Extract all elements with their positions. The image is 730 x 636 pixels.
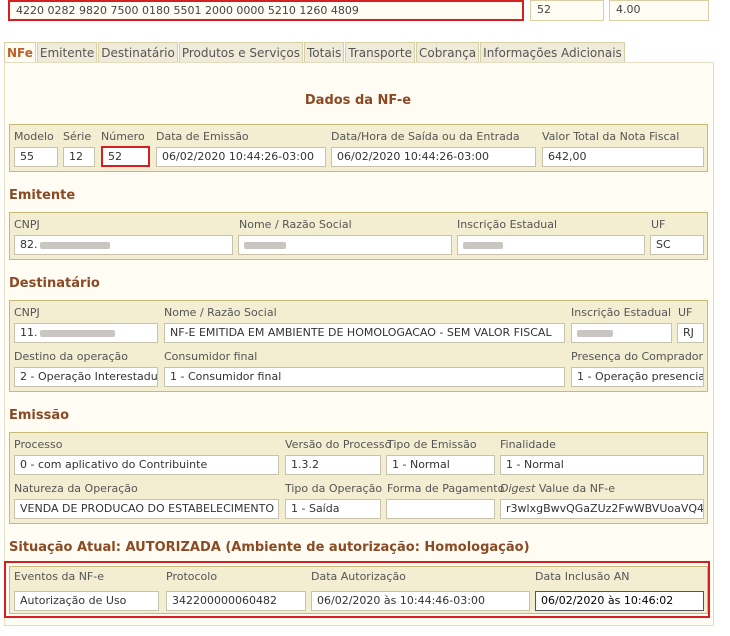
versao-processo-label: Versão do Processo bbox=[285, 438, 392, 451]
tab-cobranca[interactable]: Cobrança bbox=[415, 42, 480, 63]
presenca-comprador-label: Presença do Comprador bbox=[571, 350, 704, 363]
valor-total-label: Valor Total da Nota Fiscal bbox=[542, 130, 680, 143]
emitente-uf-label: UF bbox=[651, 218, 666, 231]
dest-uf-label: UF bbox=[678, 306, 693, 319]
tab-informacoes-adicionais[interactable]: Informações Adicionais bbox=[480, 42, 625, 63]
dest-ie-label: Inscrição Estadual bbox=[571, 306, 672, 319]
numero-label: Número bbox=[101, 130, 145, 143]
data-autorizacao-field: 06/02/2020 às 10:44:46-03:00 bbox=[311, 591, 530, 611]
finalidade-label: Finalidade bbox=[500, 438, 556, 451]
digest-value-field: r3wlxgBwvQGaZUz2FwWBVUoaVQ4= bbox=[500, 499, 704, 519]
consumidor-final-label: Consumidor final bbox=[164, 350, 258, 363]
digest-value-label: Digest Value da NF-e bbox=[500, 482, 615, 495]
tipo-emissao-field: 1 - Normal bbox=[386, 455, 495, 475]
tab-totais[interactable]: Totais bbox=[303, 42, 345, 63]
dest-cnpj-label: CNPJ bbox=[14, 306, 40, 319]
tab-nfe[interactable]: NFe bbox=[4, 42, 36, 63]
redacted-mark bbox=[577, 329, 613, 337]
serie-field: 12 bbox=[63, 147, 95, 167]
tipo-operacao-field: 1 - Saída bbox=[285, 499, 381, 519]
redacted-mark bbox=[244, 241, 286, 249]
emitente-ie-label: Inscrição Estadual bbox=[457, 218, 558, 231]
eventos-field: Autorização de Uso bbox=[14, 591, 159, 611]
modelo-label: Modelo bbox=[14, 130, 54, 143]
redacted-mark bbox=[463, 241, 503, 249]
emissao-title: Emissão bbox=[9, 408, 70, 423]
emitente-uf-field: SC bbox=[650, 235, 704, 255]
destinatario-title: Destinatário bbox=[9, 276, 100, 291]
tab-emitente[interactable]: Emitente bbox=[36, 42, 98, 63]
forma-pagamento-label: Forma de Pagamento bbox=[387, 482, 505, 495]
data-inclusao-label: Data Inclusão AN bbox=[535, 570, 630, 583]
situacao-title: Situação Atual: AUTORIZADA (Ambiente de … bbox=[9, 540, 530, 555]
numero-field: 52 bbox=[101, 146, 150, 167]
versao-processo-field: 1.3.2 bbox=[285, 455, 381, 475]
emitente-cnpj-label: CNPJ bbox=[14, 218, 40, 231]
data-autorizacao-label: Data Autorização bbox=[311, 570, 406, 583]
redacted-mark bbox=[39, 329, 115, 337]
tab-produtos-servicos[interactable]: Produtos e Serviços bbox=[178, 42, 303, 63]
destino-operacao-label: Destino da operação bbox=[14, 350, 129, 363]
dest-ie-field bbox=[571, 323, 672, 343]
dest-uf-field: RJ bbox=[677, 323, 704, 343]
modelo-field: 55 bbox=[14, 147, 58, 167]
emitente-nome-label: Nome / Razão Social bbox=[239, 218, 352, 231]
emitente-nome-field bbox=[238, 235, 452, 255]
natureza-operacao-field: VENDA DE PRODUCAO DO ESTABELECIMENTO bbox=[14, 499, 279, 519]
emitente-ie-field bbox=[457, 235, 645, 255]
dest-cnpj-field: 11. bbox=[14, 323, 158, 343]
data-inclusao-field: 06/02/2020 às 10:46:02 bbox=[535, 591, 704, 611]
dados-title: Dados da NF-e bbox=[304, 93, 412, 108]
processo-label: Processo bbox=[14, 438, 63, 451]
emitente-cnpj-value: 82. bbox=[20, 238, 38, 251]
redacted-mark bbox=[39, 241, 110, 249]
protocolo-field: 342200000060482 bbox=[166, 591, 306, 611]
dest-cnpj-value: 11. bbox=[20, 326, 38, 339]
tipo-emissao-label: Tipo de Emissão bbox=[387, 438, 477, 451]
digest-rest: Value da NF-e bbox=[535, 482, 616, 495]
processo-field: 0 - com aplicativo do Contribuinte bbox=[14, 455, 279, 475]
digest-word: Digest bbox=[500, 482, 536, 495]
chave-acesso-field: 4220 0282 9820 7500 0180 5501 2000 0000 … bbox=[8, 0, 524, 21]
emissao-field: 06/02/2020 10:44:26-03:00 bbox=[156, 147, 326, 167]
saida-label: Data/Hora de Saída ou da Entrada bbox=[331, 130, 520, 143]
destino-operacao-field: 2 - Operação Interestadual bbox=[14, 367, 158, 387]
dest-nome-field: NF-E EMITIDA EM AMBIENTE DE HOMOLOGACAO … bbox=[164, 323, 565, 343]
valor-total-field: 642,00 bbox=[542, 147, 704, 167]
numero-top-field: 52 bbox=[530, 0, 604, 21]
serie-label: Série bbox=[63, 130, 92, 143]
emitente-cnpj-field: 82. bbox=[14, 235, 233, 255]
presenca-comprador-field: 1 - Operação presencial bbox=[571, 367, 704, 387]
tab-transporte[interactable]: Transporte bbox=[345, 42, 415, 63]
emitente-title: Emitente bbox=[9, 188, 76, 203]
tipo-operacao-label: Tipo da Operação bbox=[285, 482, 383, 495]
tab-destinatario[interactable]: Destinatário bbox=[98, 42, 178, 63]
eventos-label: Eventos da NF-e bbox=[14, 570, 104, 583]
consumidor-final-field: 1 - Consumidor final bbox=[164, 367, 565, 387]
natureza-operacao-label: Natureza da Operação bbox=[14, 482, 138, 495]
finalidade-field: 1 - Normal bbox=[500, 455, 704, 475]
versao-top-field: 4.00 bbox=[609, 0, 709, 21]
saida-field: 06/02/2020 10:44:26-03:00 bbox=[331, 147, 536, 167]
emissao-label: Data de Emissão bbox=[156, 130, 249, 143]
protocolo-label: Protocolo bbox=[166, 570, 218, 583]
tab-bar: NFe Emitente Destinatário Produtos e Serviç… bbox=[4, 42, 626, 63]
dest-nome-label: Nome / Razão Social bbox=[164, 306, 277, 319]
forma-pagamento-field bbox=[386, 499, 495, 519]
